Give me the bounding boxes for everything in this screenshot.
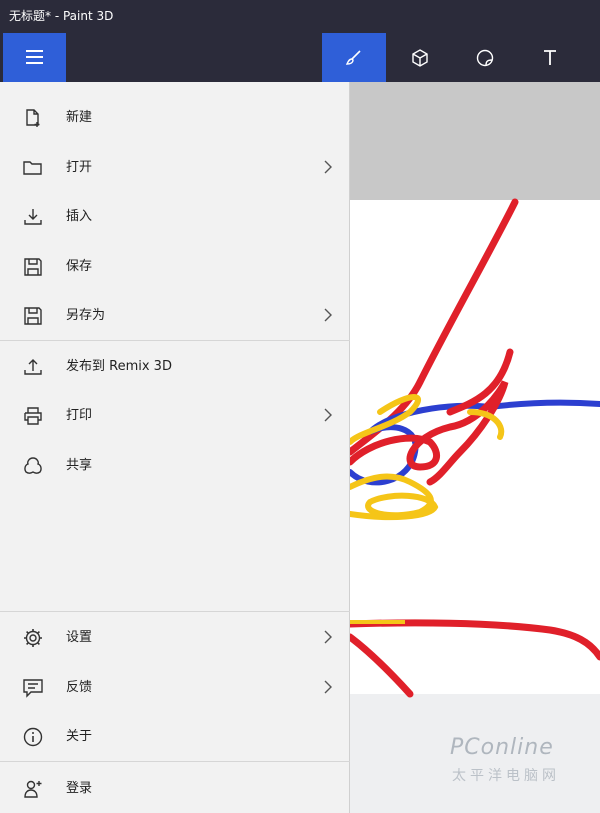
menu-item-label: 设置 [66, 630, 93, 645]
watermark: PConline [450, 735, 554, 760]
menu-item-label: 插入 [66, 209, 93, 224]
upload-icon [24, 359, 42, 375]
title-bar: 无标题* - Paint 3D [0, 0, 600, 33]
save-as-icon [24, 307, 42, 325]
yellow-stroke [350, 394, 505, 521]
print-icon [24, 407, 42, 425]
menu-divider [0, 340, 350, 341]
menu-item-share[interactable]: 共享 [0, 441, 350, 490]
sign-in-icon [24, 780, 42, 798]
menu-item-save[interactable]: 保存 [0, 242, 350, 291]
hamburger-icon [26, 50, 43, 64]
tool-brushes[interactable] [322, 33, 386, 82]
new-file-icon [26, 109, 40, 127]
chevron-right-icon [324, 308, 332, 322]
menu-item-print[interactable]: 打印 [0, 391, 350, 440]
gear-icon [24, 629, 42, 647]
menu-item-feedback[interactable]: 反馈 [0, 663, 350, 712]
menu-item-save-as[interactable]: 另存为 [0, 291, 350, 340]
watermark-subtext: 太平洋电脑网 [452, 768, 560, 784]
feedback-icon [23, 679, 43, 698]
chevron-right-icon [324, 630, 332, 644]
text-icon [544, 49, 556, 65]
sticker-icon [476, 49, 494, 66]
menu-item-open[interactable]: 打开 [0, 143, 350, 192]
brush-strokes [350, 198, 600, 698]
folder-icon [23, 161, 42, 175]
chevron-right-icon [324, 160, 332, 174]
menu-item-about[interactable]: 关于 [0, 712, 350, 761]
menu-item-label: 另存为 [66, 308, 106, 323]
menu-divider [0, 761, 350, 762]
canvas-area[interactable] [350, 82, 600, 813]
file-menu: 新建 打开 插入 保存 另存为 发布到 Remix 3D 打印 共享 设置 反馈… [0, 82, 350, 813]
chevron-right-icon [324, 408, 332, 422]
menu-item-label: 登录 [66, 781, 93, 796]
menu-item-label: 打开 [66, 160, 93, 175]
tool-3d-shapes[interactable] [388, 33, 452, 82]
menu-item-label: 新建 [66, 110, 93, 125]
insert-icon [24, 209, 42, 225]
menu-item-label: 保存 [66, 259, 93, 274]
window-title: 无标题* - Paint 3D [9, 9, 114, 23]
red-stroke-bottom [350, 619, 600, 698]
share-icon [24, 457, 42, 474]
menu-item-label: 反馈 [66, 680, 93, 695]
menu-item-label: 共享 [66, 458, 93, 473]
brush-icon [345, 49, 361, 65]
cube-icon [412, 48, 428, 67]
menu-item-new[interactable]: 新建 [0, 93, 350, 142]
tool-stickers[interactable] [453, 33, 517, 82]
menu-item-label: 打印 [66, 408, 93, 423]
toolbar [0, 33, 600, 82]
menu-item-insert[interactable]: 插入 [0, 192, 350, 241]
menu-item-sign-in[interactable]: 登录 [0, 764, 350, 813]
save-icon [24, 258, 42, 276]
chevron-right-icon [324, 680, 332, 694]
menu-divider [0, 611, 350, 612]
menu-button[interactable] [3, 33, 66, 82]
menu-item-label: 关于 [66, 729, 93, 744]
tool-text[interactable] [518, 33, 582, 82]
menu-item-label: 发布到 Remix 3D [66, 359, 172, 374]
info-icon [23, 727, 43, 747]
menu-item-settings[interactable]: 设置 [0, 613, 350, 662]
menu-item-publish-remix[interactable]: 发布到 Remix 3D [0, 342, 350, 391]
